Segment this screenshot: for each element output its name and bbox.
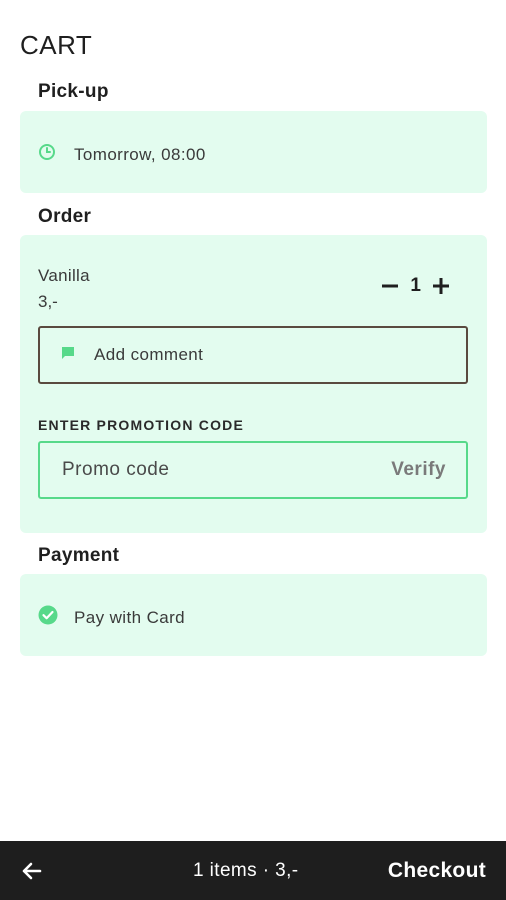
payment-method: Pay with Card (74, 607, 186, 627)
quantity-stepper: 1 (380, 275, 451, 297)
comment-icon (60, 345, 76, 366)
promo-field: Verify (38, 441, 468, 499)
check-circle-icon (38, 605, 58, 630)
payment-section-title: Payment (38, 545, 120, 566)
promo-code-input[interactable] (62, 459, 342, 481)
bottom-bar: 1 items · 3,- Checkout (0, 841, 506, 900)
pickup-time: Tomorrow, 08:00 (74, 144, 206, 164)
pickup-card[interactable]: Tomorrow, 08:00 (20, 111, 487, 193)
back-button[interactable] (20, 859, 44, 883)
order-card: Vanilla 3,- 1 Add comment ENTER PROMOTIO… (20, 235, 487, 533)
checkout-button[interactable]: Checkout (388, 859, 486, 883)
arrow-left-icon (22, 862, 42, 880)
clock-icon (38, 143, 56, 166)
add-comment-label: Add comment (94, 345, 204, 364)
plus-icon (433, 278, 449, 294)
verify-button[interactable]: Verify (391, 459, 446, 481)
promo-label: ENTER PROMOTION CODE (38, 417, 245, 433)
quantity-value: 1 (410, 275, 421, 296)
order-section-title: Order (38, 206, 92, 227)
page-title: CART (20, 30, 93, 60)
item-name: Vanilla (38, 266, 90, 285)
add-comment-button[interactable]: Add comment (38, 326, 468, 384)
increase-button[interactable] (431, 276, 451, 296)
pickup-section-title: Pick-up (38, 81, 109, 102)
payment-card[interactable]: Pay with Card (20, 574, 487, 656)
minus-icon (382, 284, 399, 288)
decrease-button[interactable] (380, 276, 400, 296)
item-price: 3,- (38, 292, 58, 311)
cart-summary: 1 items · 3,- (193, 860, 299, 881)
